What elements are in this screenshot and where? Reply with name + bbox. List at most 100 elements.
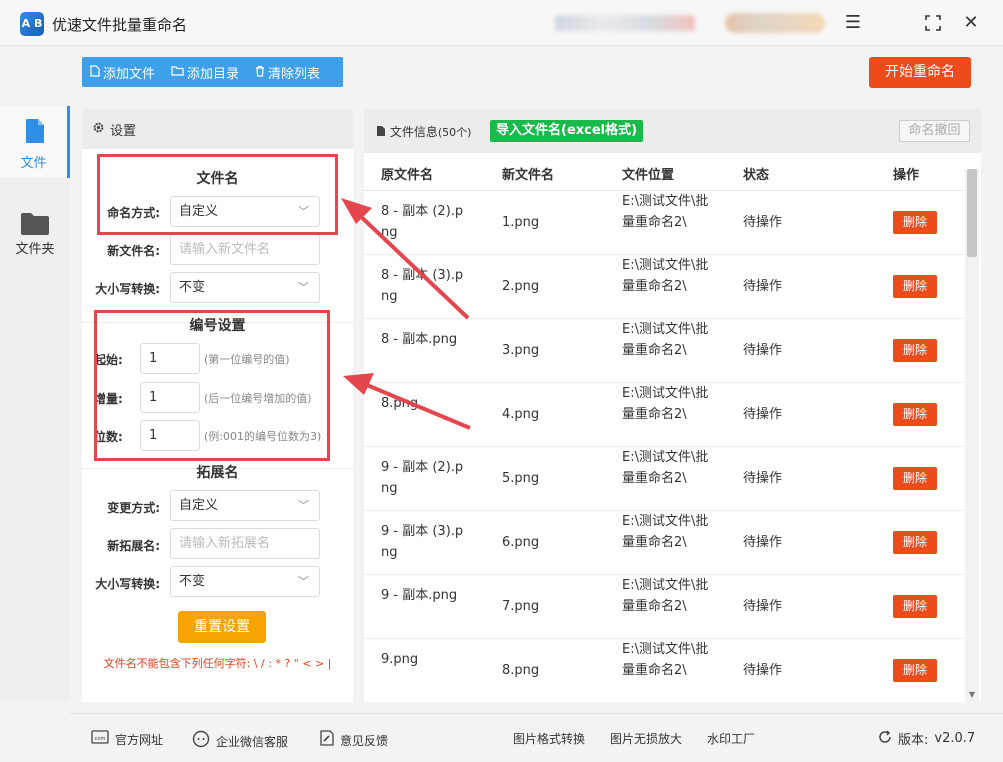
invalid-chars-warning: 文件名不能包含下列任何字符: \ / : * ? " < > |: [103, 657, 332, 670]
new-filename: 7.png: [502, 599, 540, 614]
delete-row-button[interactable]: 删除: [893, 659, 937, 682]
blurred-account-info: [555, 15, 695, 31]
add-file-button[interactable]: 添加文件: [82, 57, 163, 87]
file-panel: 文件信息(50个) 导入文件名(excel格式) 命名撤回 原文件名 新文件名 …: [364, 109, 981, 702]
scroll-thumb[interactable]: [967, 169, 977, 257]
delete-row-button[interactable]: 删除: [893, 403, 937, 426]
new-filename: 1.png: [502, 215, 540, 230]
step-hint: (后一位编号增加的值): [204, 392, 312, 405]
new-filename-label: 新文件名:: [107, 244, 160, 258]
original-filename: 8 - 副本 (2).png: [381, 204, 464, 240]
file-location: E:\测试文件\批量重命名2\: [622, 386, 709, 422]
table-row[interactable]: 9 - 副本.png 7.png E:\测试文件\批量重命名2\ 待操作 删除: [364, 575, 964, 639]
file-count: (50个): [437, 126, 472, 139]
footer: com 官方网址 企业微信客服 意见反馈 图片格式转换 图片无损放大 水印工厂 …: [70, 713, 1003, 762]
file-location: E:\测试文件\批量重命名2\: [622, 258, 709, 294]
import-excel-button[interactable]: 导入文件名(excel格式): [490, 120, 644, 142]
wechat-icon: [192, 730, 210, 752]
new-filename: 8.png: [502, 663, 540, 678]
refresh-icon[interactable]: [878, 729, 892, 748]
table-row[interactable]: 9 - 副本 (3).png 6.png E:\测试文件\批量重命名2\ 待操作 删除: [364, 511, 964, 575]
chevron-down-icon: ﹀: [298, 281, 309, 294]
settings-header: 设置: [82, 109, 353, 149]
file-add-icon: [90, 64, 100, 80]
delete-row-button[interactable]: 删除: [893, 467, 937, 490]
chevron-down-icon: ﹀: [298, 575, 309, 588]
menu-icon[interactable]: ☰: [840, 10, 866, 36]
scrollbar[interactable]: ▼: [965, 169, 979, 702]
app-logo: A B: [20, 12, 44, 36]
file-panel-header: 文件信息(50个) 导入文件名(excel格式) 命名撤回: [364, 109, 981, 153]
toolbar: 添加文件 添加目录 清除列表: [82, 57, 343, 87]
reset-settings-button[interactable]: 重置设置: [178, 611, 266, 643]
file-status: 待操作: [743, 279, 783, 294]
new-filename-input[interactable]: 请输入新文件名: [170, 234, 320, 265]
start-rename-button[interactable]: 开始重命名: [869, 57, 971, 88]
col-location[interactable]: 文件位置: [622, 164, 674, 183]
new-filename: 3.png: [502, 343, 540, 358]
ext-mode-select[interactable]: 自定义 ﹀: [170, 490, 320, 521]
table-row[interactable]: 8.png 4.png E:\测试文件\批量重命名2\ 待操作 删除: [364, 383, 964, 447]
image-convert-link[interactable]: 图片格式转换: [513, 730, 585, 747]
table-row[interactable]: 9 - 副本 (2).png 5.png E:\测试文件\批量重命名2\ 待操作 删除: [364, 447, 964, 511]
naming-mode-select[interactable]: 自定义 ﹀: [170, 196, 320, 227]
col-original-name[interactable]: 原文件名: [381, 164, 433, 183]
file-location: E:\测试文件\批量重命名2\: [622, 578, 709, 614]
start-number-input[interactable]: 1: [140, 343, 200, 374]
delete-row-button[interactable]: 删除: [893, 531, 937, 554]
delete-row-button[interactable]: 删除: [893, 595, 937, 618]
wechat-support-link[interactable]: 企业微信客服: [192, 730, 288, 752]
new-ext-label: 新拓展名:: [107, 539, 160, 553]
original-filename: 9 - 副本 (2).png: [381, 460, 464, 496]
nav-item-file[interactable]: 文件: [0, 106, 70, 178]
document-icon: [376, 125, 390, 139]
col-status[interactable]: 状态: [743, 164, 769, 183]
delete-row-button[interactable]: 删除: [893, 339, 937, 362]
file-location: E:\测试文件\批量重命名2\: [622, 514, 709, 550]
ext-case-label: 大小写转换:: [95, 577, 160, 591]
delete-row-button[interactable]: 删除: [893, 275, 937, 298]
table-row[interactable]: 8 - 副本.png 3.png E:\测试文件\批量重命名2\ 待操作 删除: [364, 319, 964, 383]
file-status: 待操作: [743, 343, 783, 358]
new-ext-input[interactable]: 请输入新拓展名: [170, 528, 320, 559]
step-input[interactable]: 1: [140, 382, 200, 413]
delete-row-button[interactable]: 删除: [893, 211, 937, 234]
table-row[interactable]: 9.png 8.png E:\测试文件\批量重命名2\ 待操作 删除: [364, 639, 964, 702]
scroll-down-arrow-icon[interactable]: ▼: [965, 690, 979, 699]
ext-case-select[interactable]: 不变 ﹀: [170, 566, 320, 597]
chevron-down-icon: ﹀: [298, 205, 309, 218]
add-folder-button[interactable]: 添加目录: [163, 57, 247, 87]
col-action[interactable]: 操作: [893, 164, 919, 183]
website-icon: com: [91, 730, 109, 748]
file-status: 待操作: [743, 215, 783, 230]
table-row[interactable]: 8 - 副本 (3).png 2.png E:\测试文件\批量重命名2\ 待操作 删除: [364, 255, 964, 319]
original-filename: 8 - 副本 (3).png: [381, 268, 464, 304]
table-row[interactable]: 8 - 副本 (2).png 1.png E:\测试文件\批量重命名2\ 待操作 删除: [364, 191, 964, 255]
app-title: 优速文件批量重命名: [52, 16, 188, 34]
svg-text:com: com: [95, 736, 106, 742]
feedback-link[interactable]: 意见反馈: [320, 730, 388, 750]
nav-item-folder[interactable]: 文件夹: [0, 202, 70, 274]
new-filename: 4.png: [502, 407, 540, 422]
title-bar: A B 优速文件批量重命名 ☰ ✕: [0, 0, 1003, 46]
original-filename: 9 - 副本 (3).png: [381, 524, 464, 560]
table-header: 原文件名 新文件名 文件位置 状态 操作: [364, 153, 964, 191]
file-location: E:\测试文件\批量重命名2\: [622, 450, 709, 486]
undo-rename-button[interactable]: 命名撤回: [899, 120, 970, 142]
clear-list-button[interactable]: 清除列表: [247, 57, 328, 87]
blurred-user-avatar[interactable]: [725, 13, 825, 33]
close-icon[interactable]: ✕: [958, 10, 984, 36]
official-site-link[interactable]: com 官方网址: [91, 730, 163, 748]
digits-hint: (例:001的编号位数为3): [204, 430, 322, 443]
file-status: 待操作: [743, 407, 783, 422]
watermark-link[interactable]: 水印工厂: [707, 730, 755, 747]
digits-input[interactable]: 1: [140, 420, 200, 451]
maximize-icon[interactable]: [920, 10, 946, 36]
file-status: 待操作: [743, 599, 783, 614]
step-label: 增量:: [94, 392, 123, 406]
chevron-down-icon: ﹀: [298, 499, 309, 512]
filename-case-select[interactable]: 不变 ﹀: [170, 272, 320, 303]
new-filename: 5.png: [502, 471, 540, 486]
image-enlarge-link[interactable]: 图片无损放大: [610, 730, 682, 747]
col-new-name[interactable]: 新文件名: [502, 164, 554, 183]
